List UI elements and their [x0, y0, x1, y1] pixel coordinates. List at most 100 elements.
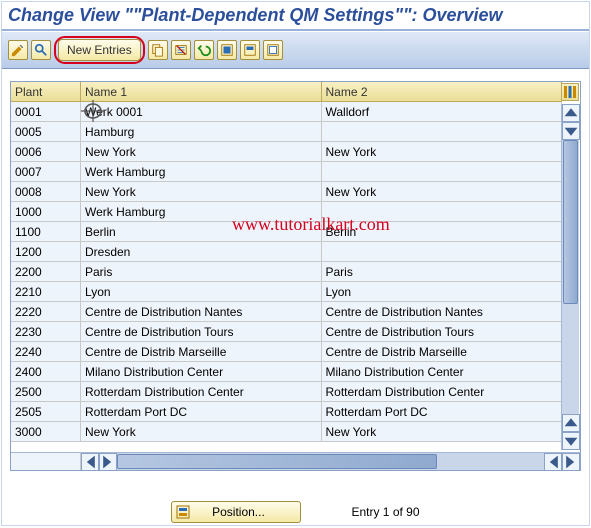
cell-plant[interactable]: 3000: [11, 422, 81, 442]
cell-name2[interactable]: Berlin: [322, 222, 563, 242]
column-header-plant[interactable]: Plant: [11, 82, 81, 102]
table-row[interactable]: 0005Hamburg: [11, 122, 562, 142]
table-row[interactable]: 2200ParisParis: [11, 262, 562, 282]
cell-name1[interactable]: Dresden: [81, 242, 322, 262]
cell-name2[interactable]: Lyon: [322, 282, 563, 302]
scroll-left2-icon[interactable]: [544, 453, 562, 471]
new-entries-highlight: New Entries: [54, 36, 145, 64]
table-row[interactable]: 3000New YorkNew York: [11, 422, 562, 442]
cell-name1[interactable]: Werk Hamburg: [81, 202, 322, 222]
scroll-up-icon[interactable]: [562, 104, 580, 122]
cell-name1[interactable]: New York: [81, 142, 322, 162]
cell-plant[interactable]: 2220: [11, 302, 81, 322]
cell-name1[interactable]: Werk Hamburg: [81, 162, 322, 182]
select-all-icon[interactable]: [217, 40, 237, 60]
details-icon[interactable]: [31, 40, 51, 60]
cell-name1[interactable]: Werk 0001: [81, 102, 322, 122]
scroll-up2-icon[interactable]: [562, 414, 580, 432]
cell-name1[interactable]: Berlin: [81, 222, 322, 242]
cell-plant[interactable]: 0001: [11, 102, 81, 122]
table-row[interactable]: 2240Centre de Distrib MarseilleCentre de…: [11, 342, 562, 362]
cell-plant[interactable]: 0005: [11, 122, 81, 142]
cell-name2[interactable]: Centre de Distrib Marseille: [322, 342, 563, 362]
table-row[interactable]: 1000Werk Hamburg: [11, 202, 562, 222]
cell-plant[interactable]: 0006: [11, 142, 81, 162]
toggle-change-icon[interactable]: [8, 40, 28, 60]
scroll-down2-icon[interactable]: [562, 432, 580, 450]
cell-name1[interactable]: New York: [81, 182, 322, 202]
configure-columns-icon[interactable]: [561, 83, 579, 101]
cell-name2[interactable]: Rotterdam Distribution Center: [322, 382, 563, 402]
vertical-scrollbar[interactable]: [561, 104, 579, 450]
copy-icon[interactable]: [148, 40, 168, 60]
grid-header: Plant Name 1 Name 2: [11, 82, 562, 102]
table-row[interactable]: 2220Centre de Distribution NantesCentre …: [11, 302, 562, 322]
table-row[interactable]: 0001Werk 0001Walldorf: [11, 102, 562, 122]
undo-icon[interactable]: [194, 40, 214, 60]
cell-name1[interactable]: Paris: [81, 262, 322, 282]
table-row[interactable]: 2230Centre de Distribution ToursCentre d…: [11, 322, 562, 342]
cell-plant[interactable]: 2200: [11, 262, 81, 282]
column-header-name2[interactable]: Name 2: [322, 82, 563, 102]
cell-name1[interactable]: Lyon: [81, 282, 322, 302]
cell-name2[interactable]: Milano Distribution Center: [322, 362, 563, 382]
hscroll-thumb[interactable]: [117, 454, 437, 469]
delete-icon[interactable]: [171, 40, 191, 60]
cell-plant[interactable]: 2230: [11, 322, 81, 342]
table-row[interactable]: 1200Dresden: [11, 242, 562, 262]
cell-name2[interactable]: Walldorf: [322, 102, 563, 122]
scroll-down-icon[interactable]: [562, 122, 580, 140]
cell-name1[interactable]: New York: [81, 422, 322, 442]
cell-name2[interactable]: New York: [322, 422, 563, 442]
table-row[interactable]: 0008New YorkNew York: [11, 182, 562, 202]
toolbar: New Entries: [2, 31, 589, 69]
position-button[interactable]: Position...: [171, 501, 301, 523]
scroll-thumb[interactable]: [563, 140, 578, 304]
grid-body: 0001Werk 0001Walldorf0005Hamburg0006New …: [11, 102, 562, 452]
table-row[interactable]: 0007Werk Hamburg: [11, 162, 562, 182]
scroll-right-icon[interactable]: [99, 453, 117, 471]
cell-name1[interactable]: Centre de Distrib Marseille: [81, 342, 322, 362]
cell-name2[interactable]: [322, 202, 563, 222]
column-header-name1[interactable]: Name 1: [81, 82, 322, 102]
scroll-left-icon[interactable]: [81, 453, 99, 471]
table-row[interactable]: 2500Rotterdam Distribution CenterRotterd…: [11, 382, 562, 402]
cell-name1[interactable]: Milano Distribution Center: [81, 362, 322, 382]
cell-plant[interactable]: 2210: [11, 282, 81, 302]
horizontal-scrollbar[interactable]: [11, 452, 580, 470]
table-row[interactable]: 2505Rotterdam Port DCRotterdam Port DC: [11, 402, 562, 422]
cell-name2[interactable]: Paris: [322, 262, 563, 282]
cell-name1[interactable]: Rotterdam Distribution Center: [81, 382, 322, 402]
cell-name2[interactable]: [322, 122, 563, 142]
new-entries-button[interactable]: New Entries: [58, 39, 141, 61]
cell-name2[interactable]: New York: [322, 182, 563, 202]
cell-name2[interactable]: Rotterdam Port DC: [322, 402, 563, 422]
cell-name2[interactable]: [322, 162, 563, 182]
cell-name2[interactable]: Centre de Distribution Tours: [322, 322, 563, 342]
table-row[interactable]: 2400Milano Distribution CenterMilano Dis…: [11, 362, 562, 382]
table-row[interactable]: 0006New YorkNew York: [11, 142, 562, 162]
cell-name2[interactable]: Centre de Distribution Nantes: [322, 302, 563, 322]
position-icon: [176, 505, 190, 519]
cell-name1[interactable]: Rotterdam Port DC: [81, 402, 322, 422]
cell-plant[interactable]: 1000: [11, 202, 81, 222]
cell-name1[interactable]: Hamburg: [81, 122, 322, 142]
deselect-all-icon[interactable]: [263, 40, 283, 60]
cell-plant[interactable]: 0008: [11, 182, 81, 202]
cell-name1[interactable]: Centre de Distribution Nantes: [81, 302, 322, 322]
cell-plant[interactable]: 2505: [11, 402, 81, 422]
cell-plant[interactable]: 1100: [11, 222, 81, 242]
data-grid: Plant Name 1 Name 2 0001Werk 0001Walldor…: [10, 81, 581, 471]
cell-plant[interactable]: 2400: [11, 362, 81, 382]
cell-plant[interactable]: 0007: [11, 162, 81, 182]
cell-plant[interactable]: 2500: [11, 382, 81, 402]
cell-name2[interactable]: [322, 242, 563, 262]
table-row[interactable]: 1100BerlinBerlin: [11, 222, 562, 242]
scroll-right2-icon[interactable]: [562, 453, 580, 471]
cell-plant[interactable]: 2240: [11, 342, 81, 362]
table-row[interactable]: 2210LyonLyon: [11, 282, 562, 302]
cell-name2[interactable]: New York: [322, 142, 563, 162]
select-block-icon[interactable]: [240, 40, 260, 60]
cell-name1[interactable]: Centre de Distribution Tours: [81, 322, 322, 342]
cell-plant[interactable]: 1200: [11, 242, 81, 262]
